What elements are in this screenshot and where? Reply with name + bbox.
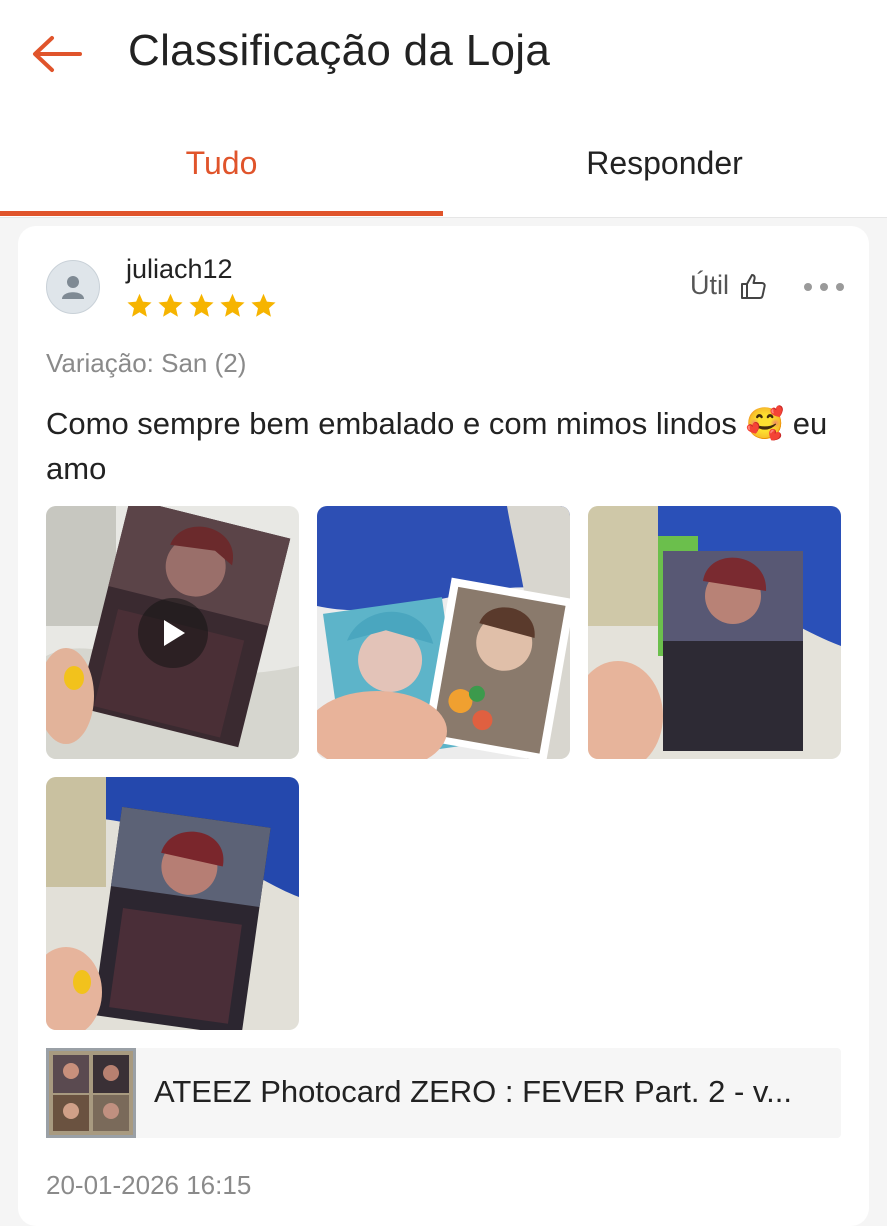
- tab-tudo[interactable]: Tudo: [0, 110, 443, 216]
- more-options-button[interactable]: [804, 276, 844, 298]
- star-icon: [158, 293, 183, 317]
- star-icon: [251, 293, 276, 317]
- review-date: 20-01-2026 16:15: [46, 1170, 252, 1200]
- star-icon: [189, 293, 214, 317]
- arrow-left-icon: [33, 36, 82, 72]
- product-thumbnail: [46, 1048, 136, 1138]
- product-link[interactable]: ATEEZ Photocard ZERO : FEVER Part. 2 - v…: [46, 1048, 841, 1138]
- avatar[interactable]: [46, 260, 100, 314]
- page-title: Classificação da Loja: [128, 26, 551, 75]
- tab-responder[interactable]: Responder: [443, 110, 886, 216]
- more-dots-icon: [804, 283, 812, 291]
- back-button[interactable]: [28, 30, 84, 78]
- user-icon: [62, 276, 84, 299]
- thumbs-up-icon: [741, 273, 766, 299]
- tab-bar: Tudo Responder: [0, 110, 887, 218]
- review-photo[interactable]: [317, 506, 570, 759]
- variation-label: Variação: San (2): [46, 348, 247, 378]
- photo-image: [588, 506, 841, 759]
- product-name: ATEEZ Photocard ZERO : FEVER Part. 2 - v…: [154, 1074, 792, 1109]
- star-rating: [126, 292, 277, 319]
- top-bar: Classificação da Loja: [0, 0, 887, 110]
- helpful-button[interactable]: Útil: [690, 270, 767, 301]
- review-comment: Como sempre bem embalado e com mimos lin…: [46, 406, 828, 486]
- helpful-label: Útil: [690, 270, 729, 300]
- reviewer-username[interactable]: juliach12: [126, 254, 233, 285]
- star-icon: [220, 293, 245, 317]
- photo-image: [317, 506, 570, 759]
- review-card: juliach12 Útil Variação: San (2) Como se…: [18, 226, 869, 1226]
- active-tab-indicator: [0, 211, 443, 216]
- review-photo[interactable]: [588, 506, 841, 759]
- play-icon: [138, 598, 208, 668]
- photo-image: [46, 777, 299, 1030]
- star-icon: [127, 293, 152, 317]
- review-video-thumbnail[interactable]: [46, 506, 299, 759]
- review-photo[interactable]: [46, 777, 299, 1030]
